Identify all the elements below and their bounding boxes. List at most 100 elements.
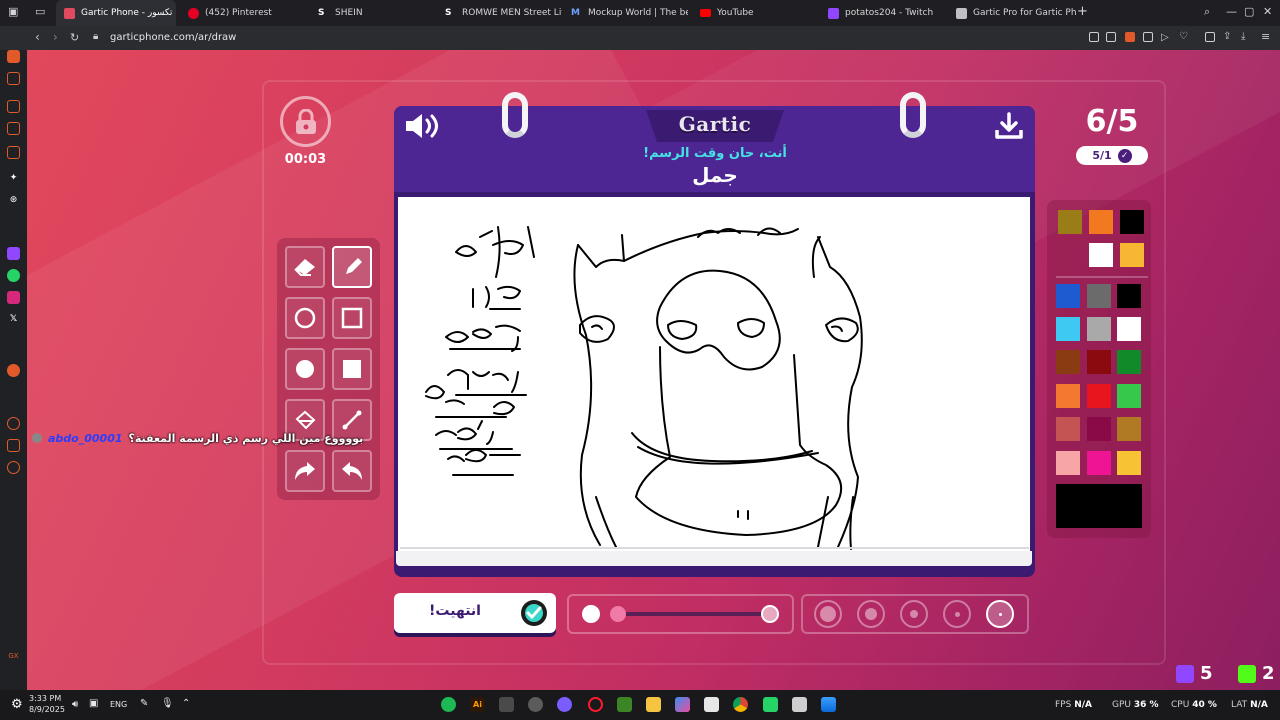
tab-romwe[interactable]: S ROMWE MEN Street Life — [437, 0, 562, 26]
rectangle-tool[interactable] — [332, 297, 372, 339]
discord-icon[interactable] — [557, 697, 572, 712]
color-swatch[interactable] — [1087, 417, 1111, 441]
bookmark-icon[interactable] — [1089, 32, 1099, 42]
volume-icon[interactable]: 🔊︎ — [72, 699, 78, 710]
play-icon[interactable]: ▷ — [1161, 32, 1169, 43]
color-swatch[interactable] — [1087, 284, 1111, 308]
file-app-icon[interactable] — [499, 697, 514, 712]
mic-icon[interactable]: 🎙︎ — [161, 698, 174, 709]
download-icon[interactable] — [994, 112, 1024, 140]
tab-mockup-world[interactable]: M Mockup World | The best — [563, 0, 688, 26]
url-field[interactable]: garticphone.com/ar/draw — [110, 32, 236, 43]
reload-icon[interactable]: ↻ — [70, 31, 79, 44]
eraser-tool[interactable] — [285, 246, 325, 288]
ai-icon[interactable]: ✦ — [7, 172, 20, 185]
clock-icon[interactable] — [7, 417, 20, 430]
task-view-icon[interactable] — [792, 697, 807, 712]
taskbar-settings-icon[interactable]: ⚙ — [11, 697, 26, 712]
illustrator-icon[interactable]: Ai — [470, 697, 485, 712]
color-swatch[interactable] — [1089, 210, 1113, 234]
tab-shein[interactable]: S SHEIN — [310, 0, 440, 26]
tray-chevron-icon[interactable]: ⌃ — [182, 698, 190, 709]
ellipse-tool[interactable] — [285, 297, 325, 339]
lock-button[interactable] — [280, 96, 331, 147]
news-icon[interactable] — [7, 100, 20, 113]
copilot-icon[interactable] — [675, 697, 690, 712]
tab-gartic-phone[interactable]: Gartic Phone - تكسور ✕ — [56, 0, 176, 26]
filled-rectangle-tool[interactable] — [332, 348, 372, 390]
tab-twitch[interactable]: potatos204 - Twitch — [820, 0, 950, 26]
stroke-size-l[interactable] — [857, 600, 885, 628]
minecraft-icon[interactable] — [617, 697, 632, 712]
color-swatch[interactable] — [1089, 243, 1113, 267]
color-swatch[interactable] — [1056, 451, 1080, 475]
network-icon[interactable]: ▣ — [89, 698, 98, 709]
color-swatch[interactable] — [1087, 384, 1111, 408]
heart-icon[interactable]: ♡ — [1179, 31, 1188, 42]
color-swatch[interactable] — [1087, 317, 1111, 341]
undo-tool[interactable] — [332, 450, 372, 492]
extensions-icon[interactable] — [1205, 32, 1215, 42]
color-swatch[interactable] — [1056, 384, 1080, 408]
stroke-size-xs[interactable] — [986, 600, 1014, 628]
color-swatch[interactable] — [1087, 350, 1111, 374]
color-swatch[interactable] — [1120, 243, 1144, 267]
browser-menu-icon[interactable]: ▣ — [8, 5, 18, 18]
sidebar-more-icon[interactable]: GX — [7, 650, 20, 663]
drawing-canvas[interactable] — [398, 197, 1030, 551]
pencil-tool[interactable] — [332, 246, 372, 288]
extension-icon[interactable] — [1143, 32, 1153, 42]
minimize-icon[interactable]: — — [1226, 5, 1237, 18]
screenshot-icon[interactable] — [1106, 32, 1116, 42]
color-swatch[interactable] — [1056, 317, 1080, 341]
color-swatch[interactable] — [1117, 451, 1141, 475]
color-swatch[interactable] — [1117, 317, 1141, 341]
tab-gartic-pro[interactable]: Gartic Pro for Gartic Phon — [948, 0, 1076, 26]
windows-start-icon[interactable] — [821, 697, 836, 712]
pen-icon[interactable]: ✎ — [140, 698, 148, 709]
chatgpt-icon[interactable]: ⊛ — [7, 194, 20, 207]
share-icon[interactable]: ⇪ — [1223, 31, 1231, 42]
color-swatch[interactable] — [1117, 284, 1141, 308]
obs-icon[interactable] — [528, 697, 543, 712]
color-swatch[interactable] — [1087, 451, 1111, 475]
speaker-icon[interactable] — [404, 112, 440, 140]
wallet-icon[interactable] — [7, 72, 20, 85]
color-swatch[interactable] — [1117, 350, 1141, 374]
stroke-size-s[interactable] — [943, 600, 971, 628]
search-icon[interactable]: ⌕ — [1204, 5, 1210, 19]
color-swatch[interactable] — [1117, 384, 1141, 408]
back-icon[interactable]: ‹ — [35, 30, 40, 44]
brave-shield-icon[interactable] — [1125, 32, 1135, 42]
file-explorer-icon[interactable] — [646, 697, 661, 712]
color-swatch[interactable] — [1058, 210, 1082, 234]
language-indicator[interactable]: ENG — [110, 700, 127, 709]
history-icon[interactable] — [7, 146, 20, 159]
forward-icon[interactable]: › — [53, 30, 58, 44]
slider-handle[interactable] — [761, 605, 779, 623]
downloads-icon[interactable]: ⤓ — [1241, 31, 1245, 42]
opera-gx-icon[interactable] — [588, 697, 603, 712]
home-icon[interactable] — [7, 50, 20, 63]
redo-tool[interactable] — [285, 450, 325, 492]
brush-size-slider[interactable] — [618, 612, 770, 616]
spotify-icon[interactable] — [441, 697, 456, 712]
color-swatch[interactable] — [1056, 417, 1080, 441]
settings-icon[interactable] — [7, 461, 20, 474]
mail-icon[interactable] — [7, 122, 20, 135]
color-swatch[interactable] — [1120, 210, 1144, 234]
slider-start-knob[interactable] — [610, 606, 626, 622]
stroke-size-xl[interactable] — [814, 600, 842, 628]
calendar-icon[interactable] — [704, 697, 719, 712]
x-icon[interactable]: 𝕏 — [7, 313, 20, 326]
tab-youtube[interactable]: YouTube — [692, 0, 817, 26]
color-swatch[interactable] — [1056, 284, 1080, 308]
filled-ellipse-tool[interactable] — [285, 348, 325, 390]
tab-search-icon[interactable]: ▭ — [35, 5, 45, 18]
music-icon[interactable] — [7, 364, 20, 377]
color-swatch[interactable] — [1056, 350, 1080, 374]
chrome-icon[interactable] — [733, 697, 748, 712]
new-tab-button[interactable]: + — [1077, 4, 1088, 19]
whatsapp-taskbar-icon[interactable] — [763, 697, 778, 712]
user-icon[interactable] — [7, 439, 20, 452]
